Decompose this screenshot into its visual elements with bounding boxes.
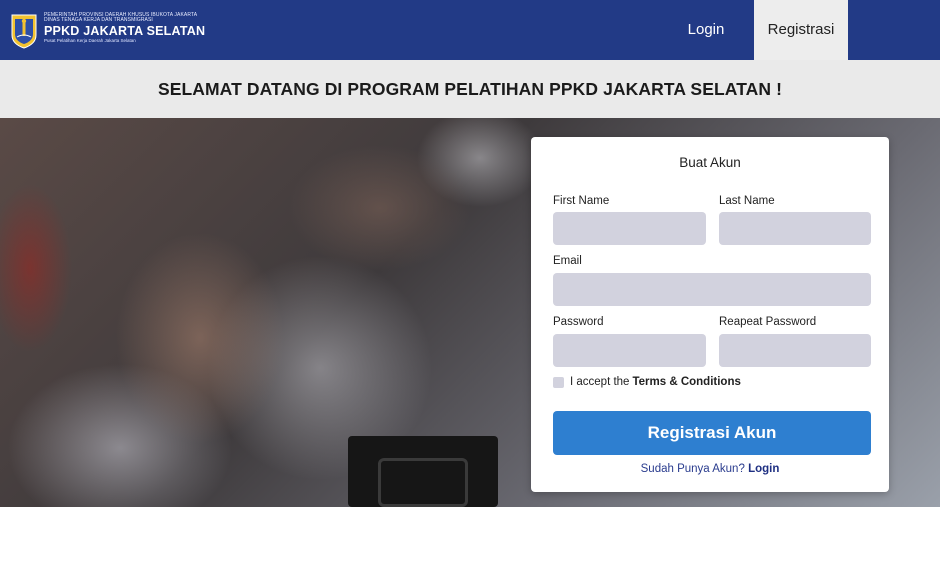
first-name-input[interactable] xyxy=(553,212,706,245)
last-name-label: Last Name xyxy=(719,195,775,207)
registrasi-akun-button[interactable]: Registrasi Akun xyxy=(553,411,871,455)
accept-text: I accept the xyxy=(570,376,630,388)
repeat-password-input[interactable] xyxy=(719,334,871,367)
password-label: Password xyxy=(553,316,604,328)
welcome-banner: SELAMAT DATANG DI PROGRAM PELATIHAN PPKD… xyxy=(0,60,940,118)
brand-subtitle: Pusat Pelatihan Kerja Daerah Jakarta Sel… xyxy=(44,37,136,43)
terms-row: I accept the Terms & Conditions xyxy=(553,376,741,388)
login-link[interactable]: Login xyxy=(748,463,779,475)
form-title: Buat Akun xyxy=(679,155,741,170)
email-input[interactable] xyxy=(553,273,871,306)
top-navbar: PEMERINTAH PROVINSI DAERAH KHUSUS IBUKOT… xyxy=(0,0,940,60)
nav-login-link[interactable]: Login xyxy=(670,0,742,60)
password-input[interactable] xyxy=(553,334,706,367)
first-name-label: First Name xyxy=(553,195,610,207)
have-account-text: Sudah Punya Akun? xyxy=(640,463,745,475)
brand-line-2: DINAS TENAGA KERJA DAN TRANSMIGRASI xyxy=(44,17,153,23)
hero-device-detail xyxy=(378,458,468,507)
terms-checkbox[interactable] xyxy=(553,376,564,388)
have-account-row: Sudah Punya Akun? Login xyxy=(531,463,889,475)
last-name-input[interactable] xyxy=(719,212,871,245)
nav-registrasi-link[interactable]: Registrasi xyxy=(754,0,848,60)
brand[interactable]: PEMERINTAH PROVINSI DAERAH KHUSUS IBUKOT… xyxy=(10,13,205,49)
registration-card: Buat Akun First Name Last Name Email Pas… xyxy=(531,137,889,492)
terms-link[interactable]: Terms & Conditions xyxy=(632,376,740,388)
welcome-text: SELAMAT DATANG DI PROGRAM PELATIHAN PPKD… xyxy=(157,79,783,99)
brand-title: PPKD JAKARTA SELATAN xyxy=(44,24,206,38)
email-label: Email xyxy=(553,255,582,267)
jakarta-crest-icon xyxy=(11,14,37,49)
repeat-password-label: Reapeat Password xyxy=(719,316,817,328)
